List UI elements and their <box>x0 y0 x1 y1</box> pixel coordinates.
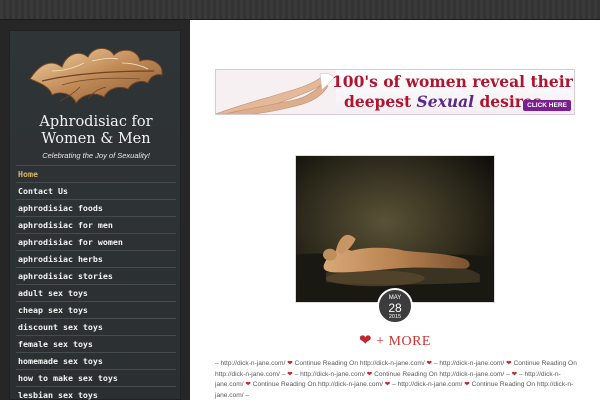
heart-icon: ❤ <box>287 370 293 378</box>
sidebar-panel: Aphrodisiac for Women & Men Celebrating … <box>9 30 181 400</box>
menu-item-aphrodisiac-stories[interactable]: aphrodisiac stories <box>16 267 176 284</box>
heart-icon: ❤ <box>511 370 518 378</box>
sidebar-menu: Home Contact Us aphrodisiac foods aphrod… <box>16 165 176 400</box>
top-bar <box>0 0 600 20</box>
heart-icon: ❤ <box>359 333 373 349</box>
main-content: 100's of women reveal their deepest Sexu… <box>190 20 600 400</box>
menu-item-aphrodisiac-for-men[interactable]: aphrodisiac for men <box>16 216 176 233</box>
site-tagline: Celebrating the Joy of Sexuality! <box>42 151 150 160</box>
heart-icon: ❤ <box>245 381 251 389</box>
post-title[interactable]: ❤ + MORE <box>190 331 600 350</box>
site-title-line-2: Women & Men <box>41 131 151 147</box>
heart-icon: ❤ <box>426 360 433 367</box>
ad-banner[interactable]: 100's of women reveal their deepest Sexu… <box>215 69 575 115</box>
heart-icon: ❤ <box>287 360 293 367</box>
heart-icon: ❤ <box>464 381 470 389</box>
date-day: 28 <box>388 301 402 315</box>
menu-item-female-sex-toys[interactable]: female sex toys <box>16 335 176 352</box>
heart-icon: ❤ <box>366 370 373 378</box>
heart-icon: ❤ <box>384 381 391 389</box>
menu-item-aphrodisiac-for-women[interactable]: aphrodisiac for women <box>16 233 176 250</box>
menu-item-aphrodisiac-herbs[interactable]: aphrodisiac herbs <box>16 250 176 267</box>
menu-item-homemade-sex-toys[interactable]: homemade sex toys <box>16 352 176 369</box>
legs-illustration-icon <box>216 70 336 114</box>
menu-item-how-to-make-sex-toys[interactable]: how to make sex toys <box>16 369 176 386</box>
post-date-badge: MAY 28 2015 <box>377 288 413 324</box>
acanthus-leaf-logo-icon[interactable] <box>22 41 172 111</box>
menu-item-lesbian-sex-toys[interactable]: lesbian sex toys <box>16 386 176 400</box>
menu-item-aphrodisiac-foods[interactable]: aphrodisiac foods <box>16 199 176 216</box>
sidebar: Aphrodisiac for Women & Men Celebrating … <box>0 20 190 400</box>
menu-item-cheap-sex-toys[interactable]: cheap sex toys <box>16 301 176 318</box>
post-featured-image[interactable] <box>295 155 495 303</box>
banner-headline-line-1: 100's of women reveal their <box>332 72 573 91</box>
heart-icon: ❤ <box>506 360 512 367</box>
banner-line-2-emphasis: Sexual <box>416 92 475 111</box>
banner-click-here-button[interactable]: CLICK HERE <box>523 100 571 111</box>
post-excerpt: – http://dick-n-jane.com/ ❤ Continue Rea… <box>215 360 577 400</box>
menu-item-home[interactable]: Home <box>16 165 176 182</box>
site-title[interactable]: Aphrodisiac for Women & Men <box>10 114 182 148</box>
date-year: 2015 <box>388 314 402 320</box>
site-title-line-1: Aphrodisiac for <box>39 114 153 130</box>
menu-item-contact-us[interactable]: Contact Us <box>16 182 176 199</box>
menu-item-discount-sex-toys[interactable]: discount sex toys <box>16 318 176 335</box>
menu-item-adult-sex-toys[interactable]: adult sex toys <box>16 284 176 301</box>
post-title-text: + MORE <box>376 334 431 349</box>
banner-line-2-prefix: deepest <box>344 92 417 111</box>
